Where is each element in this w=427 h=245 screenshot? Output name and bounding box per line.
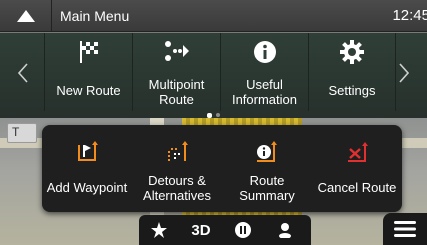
- route-summary-icon: [257, 141, 277, 162]
- bottom-toolbar: 3D: [139, 215, 311, 245]
- prev-page-button[interactable]: [0, 33, 44, 111]
- star-icon: [151, 222, 167, 238]
- gear-icon: [340, 40, 364, 64]
- chevron-right-icon: [399, 63, 409, 83]
- page-dot-active: [207, 113, 212, 118]
- route-summary-label: Route Summary: [222, 173, 312, 203]
- page-dot: [216, 113, 220, 117]
- page-indicator: [0, 113, 427, 119]
- multipoint-route-label: Multipoint Route: [133, 77, 220, 107]
- clock: 12:45: [392, 7, 427, 24]
- hamburger-menu-button[interactable]: [383, 213, 427, 245]
- page-title: Main Menu: [60, 8, 130, 24]
- route-options-popup: Add Waypoint Detours & Alternatives Rout…: [42, 125, 402, 212]
- map-label: T: [7, 123, 37, 143]
- favorites-button[interactable]: [141, 215, 177, 245]
- chevron-up-icon: [17, 10, 35, 22]
- pause-button[interactable]: [225, 215, 261, 245]
- user-button[interactable]: [267, 215, 303, 245]
- cancel-route-button[interactable]: Cancel Route: [312, 125, 402, 212]
- route-summary-button[interactable]: Route Summary: [222, 125, 312, 212]
- title-bar: Main Menu 12:45: [0, 0, 427, 32]
- next-page-button[interactable]: [383, 33, 427, 111]
- detours-label: Detours & Alternatives: [132, 173, 222, 203]
- add-waypoint-label: Add Waypoint: [46, 180, 128, 195]
- route-summary-label-text: Route Summary: [239, 173, 295, 203]
- detours-label-text: Detours & Alternatives: [143, 173, 211, 203]
- detours-button[interactable]: Detours & Alternatives: [132, 125, 222, 212]
- new-route-button[interactable]: New Route: [44, 33, 132, 111]
- cancel-route-label: Cancel Route: [317, 180, 397, 195]
- add-waypoint-button[interactable]: Add Waypoint: [42, 125, 132, 212]
- multipoint-route-icon: [164, 41, 189, 61]
- pause-icon: [235, 222, 251, 238]
- cancel-route-icon: [348, 142, 368, 162]
- new-route-label: New Route: [56, 83, 121, 98]
- hamburger-icon: [394, 221, 416, 237]
- checkered-flag-icon: [79, 41, 98, 63]
- view-mode-button[interactable]: 3D: [183, 215, 219, 245]
- info-icon: [253, 41, 276, 63]
- back-button[interactable]: [0, 0, 52, 32]
- main-menu-panel: New Route Multipoint Route Useful Inform…: [0, 33, 427, 118]
- multipoint-route-label-text: Multipoint Route: [148, 77, 205, 107]
- useful-information-button[interactable]: Useful Information: [220, 33, 308, 111]
- view-mode-label: 3D: [191, 222, 211, 239]
- chevron-left-icon: [18, 63, 28, 83]
- useful-information-label-text: Useful Information: [231, 77, 298, 107]
- detours-icon: [168, 141, 188, 161]
- person-icon: [279, 223, 291, 238]
- add-waypoint-icon: [78, 141, 98, 161]
- multipoint-route-button[interactable]: Multipoint Route: [132, 33, 220, 111]
- useful-information-label: Useful Information: [221, 77, 308, 107]
